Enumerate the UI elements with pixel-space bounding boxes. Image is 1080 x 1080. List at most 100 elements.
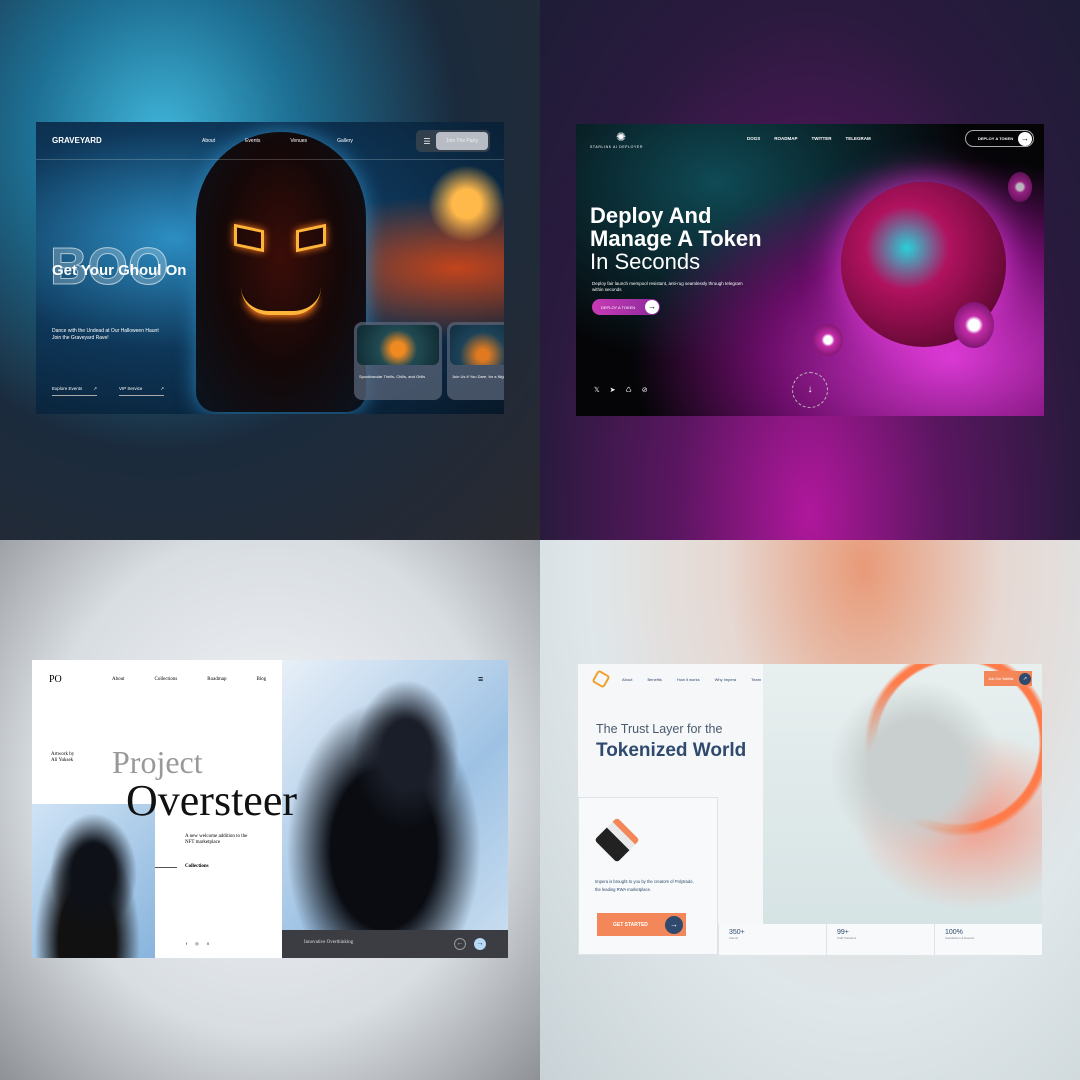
link-icon[interactable]: ⊘	[642, 386, 648, 394]
nav-venues[interactable]: Venues	[290, 138, 307, 144]
nav-events[interactable]: Events	[245, 138, 260, 144]
layered-blocks-icon	[594, 817, 640, 863]
x-icon[interactable]: X	[207, 941, 210, 946]
arrow-right-icon: →	[1018, 131, 1032, 146]
nav-gallery[interactable]: Gallery	[337, 138, 353, 144]
nav-twitter[interactable]: TWITTER	[812, 136, 832, 141]
description: Impera is brought to you by the creators…	[595, 879, 694, 893]
stat-value: 99+	[837, 929, 849, 936]
get-started-button[interactable]: GET STARTED →	[597, 913, 686, 936]
oversteer-mockup: Innovative Overthinking ← → PO About Col…	[32, 660, 508, 958]
join-waitlist-button[interactable]: Join Our Waitlist ↗	[984, 671, 1032, 686]
nav-about[interactable]: About	[622, 677, 632, 682]
graveyard-mockup: GRAVEYARD About Events Venues Gallery ☰ …	[36, 122, 504, 414]
link-label: Explore Events	[52, 386, 83, 391]
nav-roadmap[interactable]: ROADMAP	[774, 136, 797, 141]
title-oversteer: Oversteer	[126, 776, 298, 825]
headline-line-1: The Trust Layer for the	[596, 722, 723, 736]
subtext: Dance with the Undead at Our Halloween H…	[52, 328, 159, 341]
button-label: Join Our Waitlist	[988, 676, 1014, 681]
nav-about[interactable]: About	[112, 677, 125, 682]
stats-row: 350+ Clients 99+ Staff Solutions 100% Satis…	[718, 924, 1042, 955]
prev-arrow-icon[interactable]: ←	[454, 938, 466, 950]
event-card[interactable]: Join Us If You Dare, for a Night of Scar…	[447, 322, 504, 400]
stat-satisfaction: 100% Satisfaction & Results	[934, 924, 1042, 955]
artwork-credit: Artwork by Ali Yuksek	[51, 752, 75, 763]
arrow-icon: ↗	[160, 386, 164, 391]
hamburger-icon[interactable]: ☰	[418, 137, 436, 146]
logo: GRAVEYARD	[52, 136, 102, 145]
headline-line-3: In Seconds	[590, 249, 701, 274]
next-arrow-icon[interactable]: →	[474, 938, 486, 950]
deploy-token-header-button[interactable]: DEPLOY A TOKEN →	[965, 130, 1034, 147]
card-title: Join Us If You Dare, for a Night of Scar…	[452, 374, 504, 379]
caption-bar: Innovative Overthinking ← →	[282, 930, 508, 958]
join-party-button[interactable]: Join The Party	[436, 132, 488, 150]
description: A new welcome addition to the NFT market…	[185, 834, 248, 845]
nav-roadmap[interactable]: Roadmap	[207, 677, 226, 682]
coin-icon	[954, 302, 994, 348]
coin-icon	[1008, 172, 1032, 202]
graveyard-image	[450, 325, 504, 365]
nav-blog[interactable]: Blog	[256, 677, 266, 682]
nav-benefits[interactable]: Benefits	[647, 677, 661, 682]
stat-value: 100%	[945, 929, 963, 936]
mask-mouth	[241, 287, 321, 315]
divider	[155, 867, 177, 868]
arrow-right-icon: →	[645, 300, 659, 314]
nav-dogs[interactable]: DOGS	[747, 136, 760, 141]
nav-team[interactable]: Team	[751, 677, 761, 682]
explore-events-link[interactable]: Explore Events ↗	[52, 386, 97, 396]
link-label: VIP Service	[119, 386, 143, 391]
pumpkin-image	[357, 325, 439, 365]
mask-eye-left	[234, 223, 264, 253]
logo-icon[interactable]: ♺	[626, 386, 632, 394]
event-card[interactable]: Spooktacular Thrills, Chills, and Grills	[354, 322, 442, 400]
arrow-icon: ↗	[1019, 672, 1031, 685]
divider	[36, 159, 504, 160]
logo-text: STARLINK AI DEPLOYER	[590, 145, 643, 149]
telegram-icon[interactable]: ➤	[610, 386, 616, 394]
stat-label: Clients	[729, 936, 739, 940]
figure-image-large	[282, 660, 508, 930]
menu-icon[interactable]: ≡	[478, 674, 483, 684]
facebook-icon[interactable]: f	[186, 941, 187, 946]
button-label: GET STARTED	[613, 921, 648, 928]
coin-icon	[813, 324, 843, 356]
figure-image-small	[32, 804, 155, 958]
caption: Innovative Overthinking	[304, 940, 354, 945]
arrow-right-icon: →	[665, 915, 683, 934]
collections-link[interactable]: Collections	[185, 864, 209, 869]
stat-clients: 350+ Clients	[718, 924, 826, 955]
info-card: Impera is brought to you by the creators…	[578, 797, 718, 955]
masked-figure-image	[196, 132, 366, 412]
logo: PO	[49, 674, 62, 685]
deploy-token-button[interactable]: DEPLOY A TOKEN →	[592, 299, 660, 315]
instagram-icon[interactable]: ◎	[195, 941, 199, 946]
x-icon[interactable]: 𝕏	[594, 386, 600, 394]
arrow-down-icon[interactable]: ↓	[792, 372, 828, 408]
button-label: DEPLOY A TOKEN	[978, 136, 1014, 141]
stat-label: Staff Solutions	[837, 936, 857, 940]
subtext: Deploy fair launch mempool resistant, an…	[592, 281, 743, 292]
button-label: DEPLOY A TOKEN	[601, 304, 636, 310]
starlink-mockup: ✺ STARLINK AI DEPLOYER DOGS ROADMAP TWIT…	[576, 124, 1044, 416]
logo-icon: ✺	[616, 130, 627, 144]
nav-telegram[interactable]: TELEGRAM	[846, 136, 871, 141]
nav: About Events Venues Gallery	[202, 138, 353, 144]
arrow-icon: ↗	[93, 386, 97, 391]
headline-line-2: Tokenized World	[596, 740, 747, 761]
logo-icon	[591, 669, 611, 689]
mask-eye-right	[296, 223, 326, 253]
nav-why-impera[interactable]: Why Impera	[715, 677, 737, 682]
android-face-image	[763, 664, 1042, 926]
vip-service-link[interactable]: VIP Service ↗	[119, 386, 164, 396]
impera-mockup: About Benefits How it works Why Impera T…	[578, 664, 1042, 955]
nav-collections[interactable]: Collections	[155, 677, 178, 682]
stat-value: 350+	[729, 929, 745, 936]
nav-how-it-works[interactable]: How it works	[677, 677, 700, 682]
stat-staff: 99+ Staff Solutions	[826, 924, 934, 955]
nav-about[interactable]: About	[202, 138, 215, 144]
headline-line-2: Manage A Token	[590, 226, 762, 251]
stat-label: Satisfaction & Results	[945, 936, 975, 940]
